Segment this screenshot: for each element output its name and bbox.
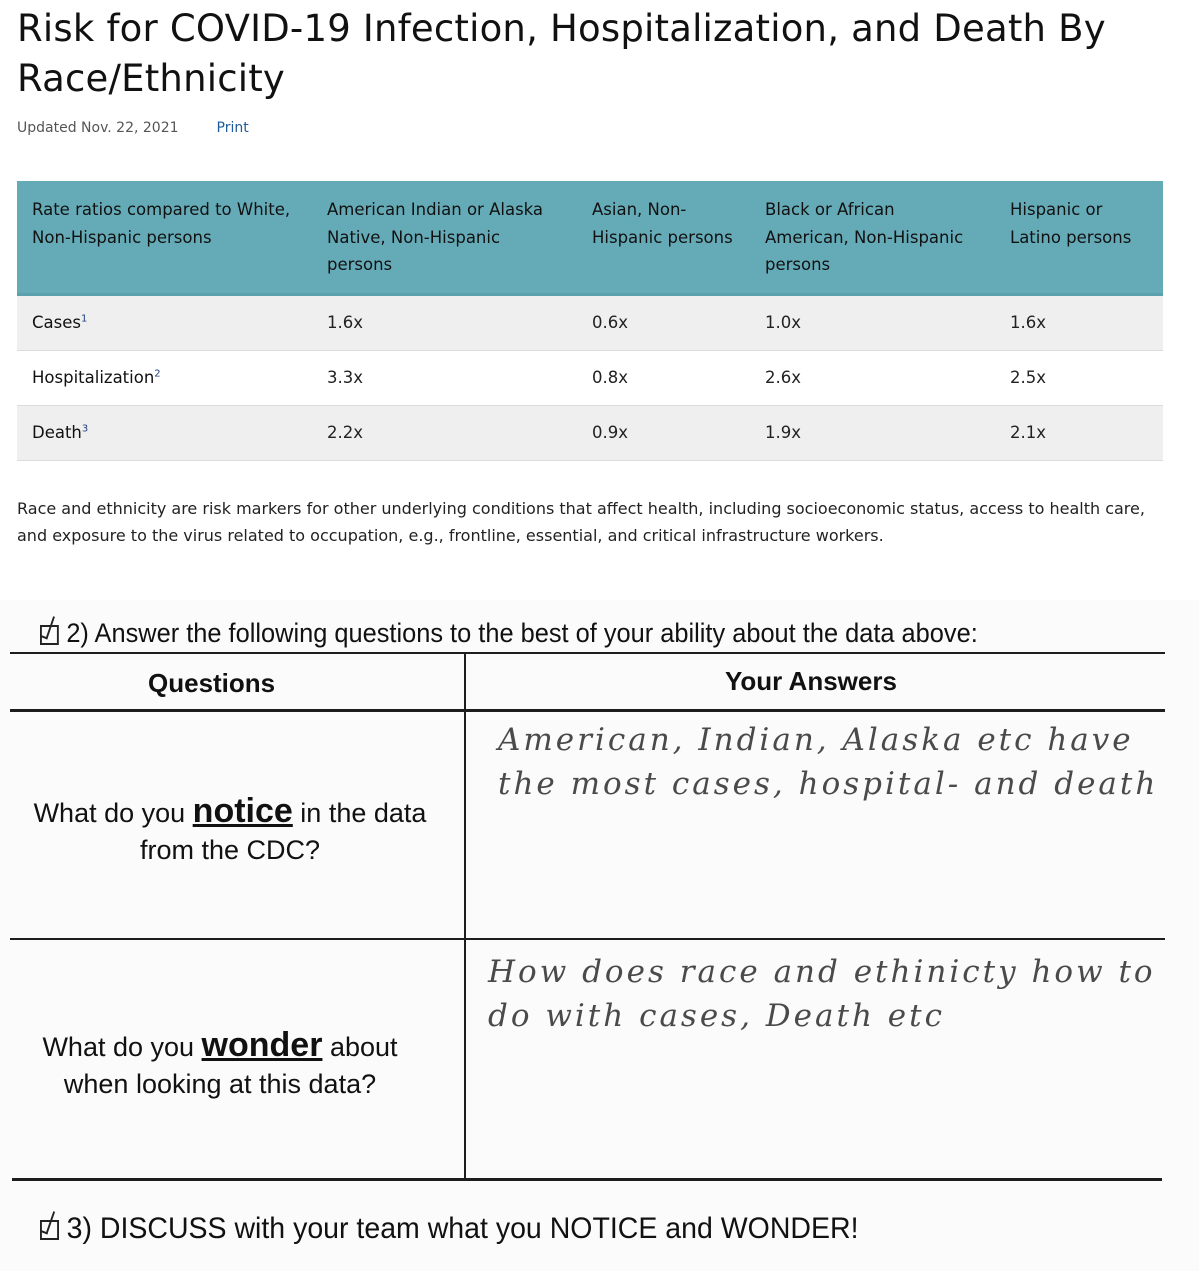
- checked-box-icon: [40, 1220, 59, 1241]
- cell-value: 1.6x: [312, 294, 577, 351]
- row-label: Hospitalization2: [17, 350, 312, 406]
- cell-value: 2.1x: [995, 405, 1163, 461]
- cell-value: 2.2x: [312, 405, 577, 461]
- cell-value: 3.3x: [312, 350, 577, 406]
- page-title: Risk for COVID-19 Infection, Hospitaliza…: [17, 7, 1106, 100]
- print-link[interactable]: Print: [217, 120, 249, 136]
- page-header: Risk for COVID-19 Infection, Hospitaliza…: [17, 0, 1167, 136]
- row-label: Death3: [17, 405, 312, 461]
- column-header: Asian, Non-Hispanic persons: [577, 181, 750, 296]
- questions-column-header: Questions: [148, 668, 276, 698]
- column-header: Hispanic or Latino persons: [995, 181, 1163, 296]
- section-2-heading: 2) Answer the following questions to the…: [40, 618, 978, 649]
- table-row: Cases1 1.6x 0.6x 1.0x 1.6x: [17, 294, 1163, 351]
- answer-notice[interactable]: American, Indian, Alaska etc have the mo…: [498, 718, 1168, 806]
- cell-value: 0.9x: [577, 405, 750, 461]
- worksheet: 2) Answer the following questions to the…: [0, 600, 1199, 1271]
- table-row: Hospitalization2 3.3x 0.8x 2.6x 2.5x: [17, 350, 1163, 406]
- page-meta: Updated Nov. 22, 2021 Print: [17, 120, 1167, 136]
- footnote-link[interactable]: 2: [154, 369, 160, 380]
- cell-value: 1.0x: [750, 294, 995, 351]
- row-label: Cases1: [17, 294, 312, 351]
- cell-value: 1.6x: [995, 294, 1163, 351]
- cell-value: 1.9x: [750, 405, 995, 461]
- column-header: Rate ratios compared to White, Non-Hispa…: [17, 181, 312, 296]
- checked-box-icon: [40, 624, 59, 645]
- updated-date: Updated Nov. 22, 2021: [17, 120, 179, 136]
- divider: [12, 1178, 1162, 1181]
- cell-value: 0.8x: [577, 350, 750, 406]
- question-notice: What do you notice in the data from the …: [33, 792, 427, 866]
- rate-ratios-table: Rate ratios compared to White, Non-Hispa…: [17, 181, 1163, 461]
- table-header-row: Rate ratios compared to White, Non-Hispa…: [17, 181, 1163, 296]
- column-header: Black or African American, Non-Hispanic …: [750, 181, 995, 296]
- cell-value: 2.5x: [995, 350, 1163, 406]
- question-wonder: What do you wonder about when looking at…: [42, 1026, 398, 1100]
- answer-wonder[interactable]: How does race and ethinicty how to do wi…: [488, 950, 1168, 1038]
- table-row: Death3 2.2x 0.9x 1.9x 2.1x: [17, 405, 1163, 461]
- section-3-heading: 3) DISCUSS with your team what you NOTIC…: [40, 1212, 858, 1246]
- footnote-link[interactable]: 1: [81, 314, 87, 325]
- divider: [10, 709, 1165, 712]
- risk-note: Race and ethnicity are risk markers for …: [17, 499, 1145, 545]
- cell-value: 0.6x: [577, 294, 750, 351]
- footnote-link[interactable]: 3: [82, 424, 88, 435]
- column-header: American Indian or Alaska Native, Non-Hi…: [312, 181, 577, 296]
- answers-column-header: Your Answers: [725, 666, 897, 696]
- divider: [10, 938, 1165, 940]
- cell-value: 2.6x: [750, 350, 995, 406]
- divider: [10, 652, 1165, 654]
- divider: [464, 652, 466, 1180]
